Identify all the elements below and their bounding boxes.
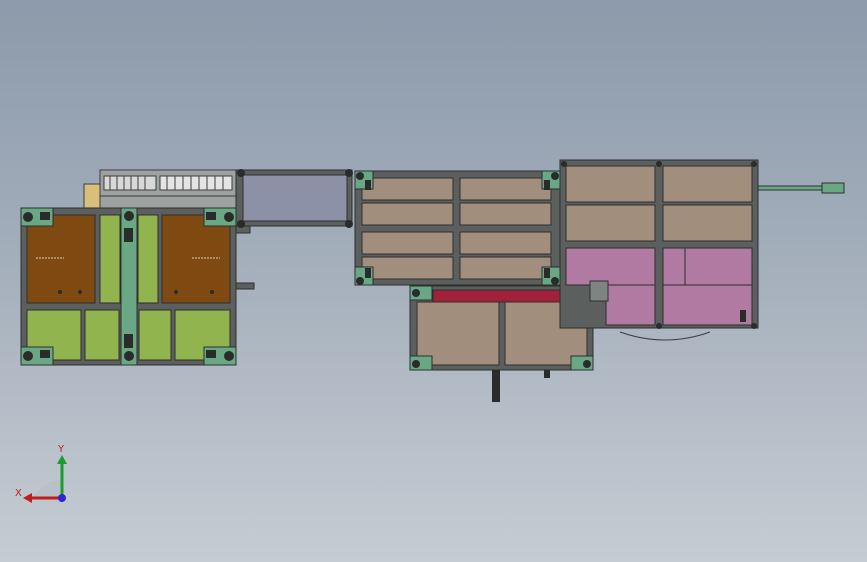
center-storage-module[interactable]: [354, 170, 561, 286]
bay-left-wood: [26, 214, 96, 304]
cad-viewport[interactable]: [0, 0, 867, 562]
transfer-conveyor[interactable]: [235, 169, 353, 228]
x-axis-label: X: [15, 488, 22, 499]
bay-right-wood: [161, 214, 231, 304]
axis-triad: Y X: [15, 444, 67, 503]
right-output-module[interactable]: [559, 159, 845, 341]
y-axis-label: Y: [57, 444, 65, 455]
z-axis-dot: [58, 494, 66, 502]
left-station-module[interactable]: [20, 169, 255, 366]
crimson-plate: [432, 289, 566, 303]
